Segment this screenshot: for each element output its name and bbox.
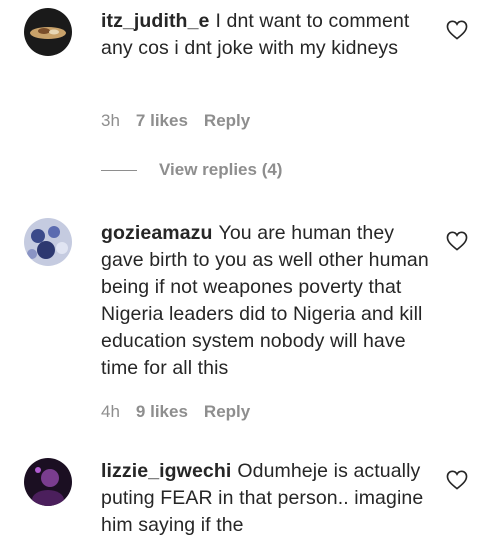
comment-likes[interactable]: 7 likes xyxy=(136,111,188,130)
reply-button[interactable]: Reply xyxy=(204,402,250,421)
heart-outline-icon[interactable] xyxy=(446,470,468,490)
heart-outline-icon[interactable] xyxy=(446,20,468,40)
comment-username[interactable]: gozieamazu xyxy=(101,222,213,244)
comment-meta: 3h 7 likes Reply xyxy=(101,111,266,131)
comment-time[interactable]: 4h xyxy=(101,402,120,421)
comment-text: You are human they gave birth to you as … xyxy=(101,222,429,379)
comment-time[interactable]: 3h xyxy=(101,111,120,130)
comment-username[interactable]: itz_judith_e xyxy=(101,10,209,32)
comment-username[interactable]: lizzie_igwechi xyxy=(101,460,231,482)
avatar[interactable] xyxy=(24,218,72,266)
comment-body: itz_judith_e I dnt want to comment any co… xyxy=(101,8,441,62)
reply-button[interactable]: Reply xyxy=(204,111,250,130)
avatar[interactable] xyxy=(24,458,72,506)
heart-outline-icon[interactable] xyxy=(446,231,468,251)
divider-line xyxy=(101,169,137,171)
view-replies-label[interactable]: View replies (4) xyxy=(159,160,282,180)
comment-likes[interactable]: 9 likes xyxy=(136,402,188,421)
comment-meta: 4h 9 likes Reply xyxy=(101,402,266,422)
comment-body: lizzie_igwechi Odumheje is actually putin… xyxy=(101,458,441,539)
avatar[interactable] xyxy=(24,8,72,56)
view-replies-button[interactable]: View replies (4) xyxy=(101,160,282,180)
comment-body: gozieamazu You are human they gave birth … xyxy=(101,220,441,382)
